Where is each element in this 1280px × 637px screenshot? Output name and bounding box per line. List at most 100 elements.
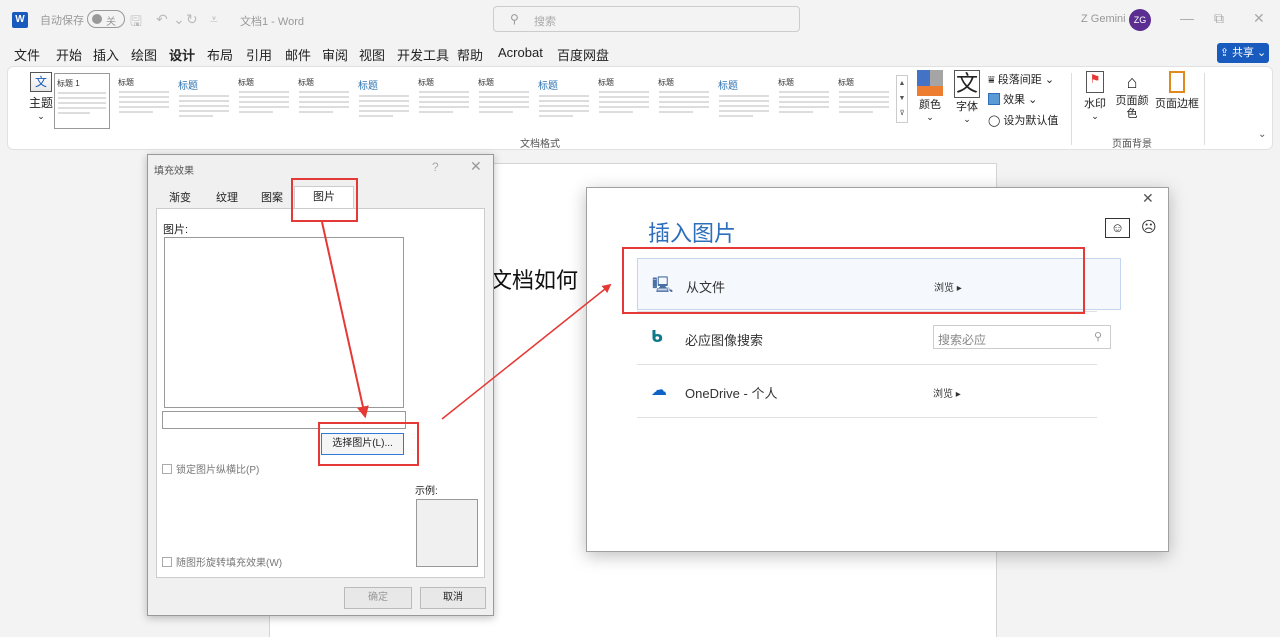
minimize-icon[interactable]: —: [1180, 10, 1194, 26]
share-button[interactable]: ⇪ 共享 ⌄: [1217, 43, 1269, 63]
style-thumbnail[interactable]: 标题 1: [54, 73, 110, 129]
dialog-tab-0[interactable]: 渐变: [158, 188, 202, 208]
watermark-button[interactable]: ⚑ 水印 ⌄: [1080, 71, 1110, 122]
paragraph-spacing-button[interactable]: ⩸ 段落间距 ⌄: [988, 71, 1054, 87]
style-thumbnail[interactable]: 标题: [776, 73, 832, 129]
tab-12[interactable]: Acrobat: [498, 45, 543, 60]
close-icon[interactable]: ✕: [1142, 190, 1154, 207]
tab-13[interactable]: 百度网盘: [557, 45, 609, 64]
gallery-scroll[interactable]: ▲ ▼ ⊽: [896, 75, 908, 123]
tab-7[interactable]: 邮件: [285, 45, 311, 64]
dialog-tab-2[interactable]: 图案: [252, 188, 292, 208]
style-preview-line: [419, 106, 469, 108]
bing-search-input[interactable]: 搜索必应 ⚲: [933, 325, 1111, 349]
style-preview-line: [239, 96, 289, 98]
lock-aspect-checkbox[interactable]: 锁定图片纵横比(P): [162, 461, 259, 476]
style-thumbnail[interactable]: 标题: [176, 73, 232, 129]
search-placeholder: 搜索必应: [938, 333, 987, 347]
gallery-down-icon[interactable]: ▼: [897, 91, 907, 106]
tab-3[interactable]: 绘图: [131, 45, 157, 64]
close-window-icon[interactable]: ✕: [1253, 10, 1265, 27]
style-preview-line: [299, 96, 349, 98]
gallery-up-icon[interactable]: ▲: [897, 76, 907, 91]
group-divider: [1071, 73, 1072, 145]
title-bar: W 自动保存 关 🖫 ↶ ⌄ ↻ ⩡ 文档1 - Word ⚲ 搜索 Z Gem…: [0, 0, 1280, 40]
browse-link[interactable]: 浏览 ▸: [934, 279, 962, 294]
tab-6[interactable]: 引用: [246, 45, 272, 64]
close-icon[interactable]: ✕: [470, 158, 482, 175]
choose-picture-button[interactable]: 选择图片(L)...: [321, 433, 404, 455]
fonts-button[interactable]: 文 字体 ⌄: [953, 70, 981, 125]
dialog-tab-1[interactable]: 纹理: [204, 188, 250, 208]
style-preview-line: [719, 95, 769, 97]
tab-4[interactable]: 设计: [169, 45, 196, 69]
save-icon[interactable]: 🖫: [130, 11, 142, 35]
set-default-button[interactable]: ◯ 设为默认值: [988, 112, 1058, 128]
style-thumbnail[interactable]: 标题: [716, 73, 772, 129]
tab-8[interactable]: 审阅: [322, 45, 348, 64]
tab-1[interactable]: 开始: [56, 45, 82, 64]
checkbox-icon: [162, 557, 172, 567]
rotate-with-shape-checkbox[interactable]: 随图形旋转填充效果(W): [162, 554, 282, 569]
style-thumbnail[interactable]: 标题: [476, 73, 532, 129]
style-preview-line: [839, 96, 889, 98]
style-thumbnail[interactable]: 标题: [416, 73, 472, 129]
effects-button[interactable]: 效果 ⌄: [988, 91, 1037, 107]
undo-icon[interactable]: ↶: [156, 11, 168, 28]
style-preview-line: [58, 92, 106, 94]
style-preview-line: [299, 101, 349, 103]
style-thumbnail[interactable]: 标题: [656, 73, 712, 129]
style-preview-line: [659, 111, 693, 113]
style-preview-line: [479, 106, 529, 108]
document-text[interactable]: 文档如何: [490, 263, 578, 295]
style-thumbnail[interactable]: 标题: [116, 73, 172, 129]
group-divider: [1204, 73, 1205, 145]
restore-icon[interactable]: ⧉: [1214, 10, 1224, 27]
browse-link[interactable]: 浏览 ▸: [933, 385, 961, 400]
style-thumbnail[interactable]: 标题: [596, 73, 652, 129]
dialog-tab-3[interactable]: 图片: [294, 186, 354, 208]
tab-10[interactable]: 开发工具: [397, 45, 449, 64]
collapse-ribbon-icon[interactable]: ⌄: [1258, 129, 1266, 140]
user-name[interactable]: Z Gemini: [1081, 13, 1126, 25]
style-preview-line: [779, 106, 829, 108]
search-icon[interactable]: ⚲: [1094, 330, 1102, 343]
bing-search-row[interactable]: ᑲ 必应图像搜索 搜索必应 ⚲: [637, 312, 1121, 364]
colors-label: 颜色: [919, 99, 941, 111]
style-thumbnail[interactable]: 标题: [236, 73, 292, 129]
customize-toolbar-icon[interactable]: ⩡: [210, 11, 218, 28]
themes-icon: 文: [30, 72, 52, 92]
insert-pictures-panel: ✕ 插入图片 ☺ ☹ 🖳 从文件 浏览 ▸ ᑲ 必应图像搜索 搜索必应 ⚲ ☁ …: [586, 187, 1169, 552]
frown-feedback-icon[interactable]: ☹: [1141, 218, 1157, 236]
paragraph-spacing-label: 段落间距: [997, 74, 1042, 86]
style-thumbnail[interactable]: 标题: [356, 73, 412, 129]
style-thumbnail[interactable]: 标题: [536, 73, 592, 129]
style-preview-line: [599, 96, 649, 98]
tab-11[interactable]: 帮助: [457, 45, 483, 64]
style-preview-line: [719, 100, 769, 102]
from-file-row[interactable]: 🖳 从文件 浏览 ▸: [637, 258, 1121, 310]
onedrive-row[interactable]: ☁ OneDrive - 个人 浏览 ▸: [637, 365, 1121, 417]
autosave-toggle[interactable]: 关: [87, 10, 125, 28]
page-borders-button[interactable]: 页面边框: [1154, 71, 1200, 111]
chevron-down-icon: ⌄: [963, 114, 971, 124]
tab-9[interactable]: 视图: [359, 45, 385, 64]
tab-5[interactable]: 布局: [207, 45, 233, 64]
style-preview-line: [119, 101, 169, 103]
undo-dropdown-icon[interactable]: ⌄: [173, 11, 185, 28]
smile-feedback-icon[interactable]: ☺: [1105, 218, 1130, 238]
redo-icon[interactable]: ↻: [186, 11, 198, 28]
colors-button[interactable]: 颜色 ⌄: [916, 70, 944, 123]
tab-0[interactable]: 文件: [14, 45, 40, 64]
ok-button[interactable]: 确定: [344, 587, 412, 609]
style-thumbnail[interactable]: 标题: [836, 73, 892, 129]
tab-2[interactable]: 插入: [93, 45, 119, 64]
cancel-button[interactable]: 取消: [420, 587, 486, 609]
gallery-more-icon[interactable]: ⊽: [897, 106, 907, 121]
avatar[interactable]: ZG: [1129, 9, 1151, 31]
chevron-down-icon: ⌄: [1091, 111, 1099, 121]
page-color-button[interactable]: ⌂ 页面颜色: [1113, 71, 1151, 121]
search-box[interactable]: ⚲ 搜索: [493, 6, 800, 32]
help-icon[interactable]: ?: [432, 160, 439, 174]
style-thumbnail[interactable]: 标题: [296, 73, 352, 129]
